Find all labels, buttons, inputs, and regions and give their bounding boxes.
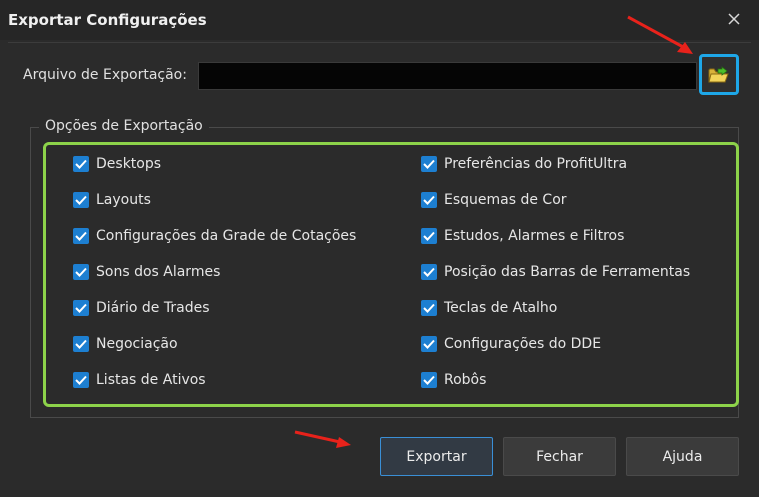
option-desktops[interactable]: Desktops bbox=[73, 154, 161, 174]
folder-open-icon bbox=[708, 65, 729, 82]
option-trade-diary[interactable]: Diário de Trades bbox=[73, 298, 209, 318]
option-label: Negociação bbox=[96, 336, 178, 352]
option-toolbar-positions[interactable]: Posição das Barras de Ferramentas bbox=[421, 262, 690, 282]
checkbox-checked-icon[interactable] bbox=[73, 300, 89, 316]
checkbox-checked-icon[interactable] bbox=[73, 156, 89, 172]
option-label: Estudos, Alarmes e Filtros bbox=[444, 228, 625, 244]
checkbox-checked-icon[interactable] bbox=[421, 264, 437, 280]
option-label: Diário de Trades bbox=[96, 300, 210, 316]
option-label: Configurações do DDE bbox=[444, 336, 602, 352]
checkbox-checked-icon[interactable] bbox=[73, 264, 89, 280]
close-dialog-button[interactable]: Fechar bbox=[503, 437, 616, 476]
checkbox-checked-icon[interactable] bbox=[421, 156, 437, 172]
export-file-label: Arquivo de Exportação: bbox=[23, 67, 187, 83]
checkbox-checked-icon[interactable] bbox=[73, 192, 89, 208]
checkbox-checked-icon[interactable] bbox=[421, 372, 437, 388]
browse-folder-button[interactable] bbox=[699, 54, 739, 95]
export-button[interactable]: Exportar bbox=[380, 437, 493, 476]
option-label: Teclas de Atalho bbox=[444, 300, 558, 316]
checkbox-checked-icon[interactable] bbox=[73, 228, 89, 244]
option-studies-alarms-filters[interactable]: Estudos, Alarmes e Filtros bbox=[421, 226, 624, 246]
close-icon bbox=[728, 13, 740, 25]
option-label: Desktops bbox=[96, 156, 162, 172]
option-color-schemes[interactable]: Esquemas de Cor bbox=[421, 190, 567, 210]
arrow-icon bbox=[627, 15, 693, 54]
checkbox-checked-icon[interactable] bbox=[421, 300, 437, 316]
option-label: Listas de Ativos bbox=[96, 372, 206, 388]
checkbox-checked-icon[interactable] bbox=[73, 372, 89, 388]
arrow-icon bbox=[294, 430, 351, 448]
option-robots[interactable]: Robôs bbox=[421, 370, 486, 390]
option-profitultra-preferences[interactable]: Preferências do ProfitUltra bbox=[421, 154, 627, 174]
option-label: Preferências do ProfitUltra bbox=[444, 156, 628, 172]
option-shortcut-keys[interactable]: Teclas de Atalho bbox=[421, 298, 557, 318]
checkbox-checked-icon[interactable] bbox=[421, 192, 437, 208]
option-asset-lists[interactable]: Listas de Ativos bbox=[73, 370, 206, 390]
help-button[interactable]: Ajuda bbox=[626, 437, 739, 476]
checkbox-checked-icon[interactable] bbox=[421, 228, 437, 244]
export-options-title: Opções de Exportação bbox=[39, 118, 209, 134]
option-dde-settings[interactable]: Configurações do DDE bbox=[421, 334, 601, 354]
option-label: Robôs bbox=[444, 372, 487, 388]
checkbox-checked-icon[interactable] bbox=[421, 336, 437, 352]
option-trading[interactable]: Negociação bbox=[73, 334, 178, 354]
option-label: Esquemas de Cor bbox=[444, 192, 567, 208]
checkbox-checked-icon[interactable] bbox=[73, 336, 89, 352]
export-file-field[interactable] bbox=[198, 62, 697, 90]
close-button[interactable] bbox=[722, 6, 746, 32]
option-label: Layouts bbox=[96, 192, 151, 208]
window-title: Exportar Configurações bbox=[8, 11, 207, 29]
option-layouts[interactable]: Layouts bbox=[73, 190, 151, 210]
option-label: Configurações da Grade de Cotações bbox=[96, 228, 357, 244]
option-label: Sons dos Alarmes bbox=[96, 264, 221, 280]
option-alarm-sounds[interactable]: Sons dos Alarmes bbox=[73, 262, 220, 282]
option-label: Posição das Barras de Ferramentas bbox=[444, 264, 691, 280]
option-quote-grid-settings[interactable]: Configurações da Grade de Cotações bbox=[73, 226, 356, 246]
